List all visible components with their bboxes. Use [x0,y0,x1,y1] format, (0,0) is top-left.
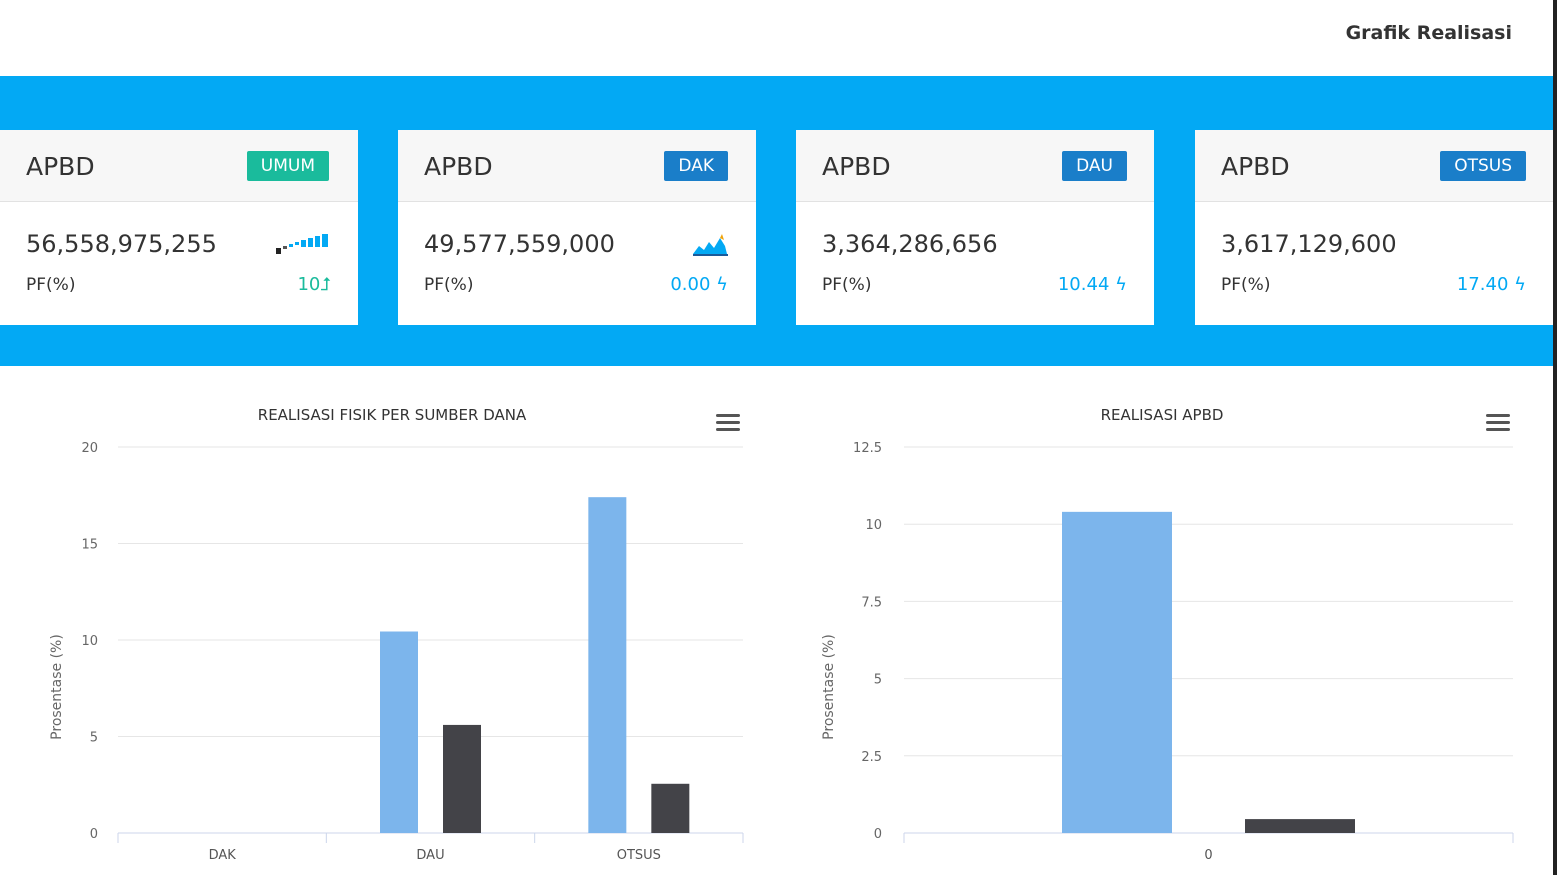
area-chart-icon [693,234,728,256]
y-tick-label: 15 [81,538,98,553]
card-dak: APBD DAK 49,577,559,000 PF(%) 0.00 ϟ [398,130,756,325]
card-body: 3,617,129,600 PF(%) 17.40 ϟ [1195,202,1553,325]
card-title: APBD [424,152,493,181]
bolt-icon: ϟ [1508,274,1526,295]
chart-realisasi-fisik-svg: REALISASI FISIK PER SUMBER DANA 0 5 10 15 20 P… [49,406,744,863]
badge-dak: DAK [664,151,728,181]
card-value: 3,617,129,600 [1221,230,1397,258]
card-body: 3,364,286,656 PF(%) 10.44 ϟ [796,202,1154,325]
y-tick-label: 7.5 [861,595,882,610]
card-body: 49,577,559,000 PF(%) 0.00 ϟ [398,202,756,325]
bar [380,631,418,833]
arrow-up-icon: ⮥ [320,274,331,295]
bar [651,783,690,833]
card-otsus: APBD OTSUS 3,617,129,600 PF(%) 17.40 ϟ [1195,130,1553,325]
window-edge [1553,0,1557,875]
bar [1245,819,1355,833]
card-dau: APBD DAU 3,364,286,656 PF(%) 10.44 ϟ [796,130,1154,325]
badge-dau: DAU [1062,151,1127,181]
card-value: 56,558,975,255 [26,230,217,258]
chart-title: REALISASI FISIK PER SUMBER DANA [258,406,527,424]
badge-otsus: OTSUS [1440,151,1526,181]
pf-value: 10⮥ [297,274,331,295]
top-header: Grafik Realisasi [0,0,1557,76]
card-title: APBD [1221,152,1290,181]
signal-bars-icon [276,234,328,254]
x-tick-label: DAK [209,848,237,863]
page-title: Grafik Realisasi [1345,22,1512,44]
bolt-icon: ϟ [1109,274,1127,295]
pf-label: PF(%) [26,275,76,295]
card-title: APBD [822,152,891,181]
chart-menu-icon[interactable] [1486,414,1510,432]
y-tick-label: 2.5 [861,750,882,765]
pf-value: 0.00 ϟ [670,274,728,295]
chart-realisasi-apbd: REALISASI APBD 0 2.5 5 7.5 10 12.5 Prosentase (… [776,366,1552,875]
x-tick-label: 0 [1204,848,1212,863]
chart-title: REALISASI APBD [1101,406,1224,424]
bar [1062,511,1172,833]
chart-menu-icon[interactable] [716,414,740,432]
y-tick-label: 12.5 [853,441,882,456]
y-tick-label: 0 [874,827,882,842]
y-axis-label: Prosentase (%) [821,634,837,740]
pf-value: 10.44 ϟ [1057,274,1127,295]
chart-realisasi-apbd-svg: REALISASI APBD 0 2.5 5 7.5 10 12.5 Prosentase (… [821,406,1514,863]
y-tick-label: 10 [81,634,98,649]
card-header: APBD UMUM [0,130,358,202]
badge-umum: UMUM [246,151,329,181]
y-tick-label: 0 [90,827,98,842]
card-header: APBD OTSUS [1195,130,1553,202]
x-tick-label: DAU [416,848,444,863]
y-tick-label: 5 [90,731,98,746]
bar [588,497,627,833]
card-umum: APBD UMUM 56,558,975,255 PF(%) 10⮥ [0,130,358,325]
card-header: APBD DAU [796,130,1154,202]
x-tick-label: OTSUS [617,848,661,863]
pf-label: PF(%) [1221,275,1271,295]
y-tick-label: 5 [874,673,882,688]
card-value: 3,364,286,656 [822,230,998,258]
y-tick-label: 10 [865,518,882,533]
card-value: 49,577,559,000 [424,230,615,258]
chart-realisasi-fisik: REALISASI FISIK PER SUMBER DANA 0 5 10 15 20 P… [0,366,776,875]
bolt-icon: ϟ [710,274,728,295]
card-body: 56,558,975,255 PF(%) 10⮥ [0,202,358,325]
card-title: APBD [26,152,95,181]
bar [443,724,481,833]
pf-value: 17.40 ϟ [1456,274,1526,295]
y-axis-label: Prosentase (%) [49,634,65,740]
y-tick-label: 20 [81,441,98,456]
pf-label: PF(%) [424,275,474,295]
card-header: APBD DAK [398,130,756,202]
pf-label: PF(%) [822,275,872,295]
